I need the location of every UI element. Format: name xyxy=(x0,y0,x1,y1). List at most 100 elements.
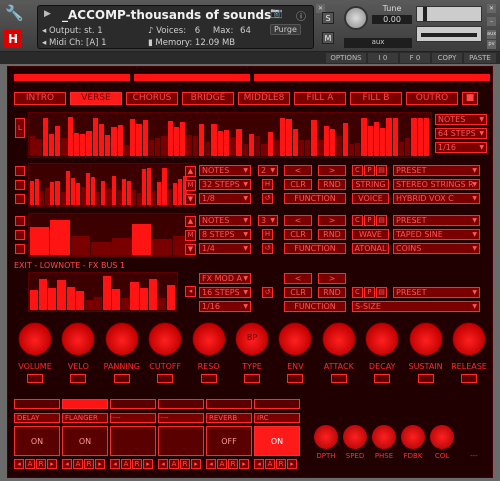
field-i[interactable]: I 0 xyxy=(368,53,398,63)
step-bar[interactable] xyxy=(198,124,204,156)
fx-slot-nav[interactable]: ▸ xyxy=(95,459,105,469)
lane2-p-button[interactable]: P xyxy=(364,215,375,226)
step-bar[interactable] xyxy=(405,138,411,156)
lane3-steps[interactable]: 16 STEPS xyxy=(199,287,251,298)
lane-top-l[interactable]: L xyxy=(15,118,25,138)
knob-mod-box[interactable] xyxy=(330,374,347,383)
step-bar[interactable] xyxy=(75,291,84,310)
fx-slot-name[interactable]: FLANGER xyxy=(62,413,108,423)
knob-mod-box[interactable] xyxy=(287,374,304,383)
fx-slot-toggle[interactable]: ON xyxy=(14,426,60,456)
step-bar[interactable] xyxy=(131,190,136,205)
step-bar[interactable] xyxy=(121,298,130,310)
lane3-function-button[interactable]: FUNCTION xyxy=(284,301,346,312)
lane2-c-button[interactable]: C xyxy=(352,215,363,226)
knob-reso[interactable] xyxy=(191,322,226,356)
step-bar[interactable] xyxy=(48,134,54,156)
mute-button[interactable]: M xyxy=(322,32,334,44)
fx-slot-nav[interactable]: ▸ xyxy=(191,459,201,469)
step-bar[interactable] xyxy=(136,124,142,156)
step-bar[interactable] xyxy=(98,124,104,156)
fx-slot-name[interactable]: --- xyxy=(110,413,156,423)
step-bar[interactable] xyxy=(317,140,323,156)
step-bar[interactable] xyxy=(157,182,162,205)
lane1-side-1[interactable] xyxy=(15,166,25,176)
fx-slot-tab[interactable] xyxy=(14,399,60,409)
fx-knob-col[interactable] xyxy=(430,425,454,449)
step-bar[interactable] xyxy=(131,224,152,255)
lane2-up-arrow[interactable]: ▲ xyxy=(185,216,196,227)
step-bar[interactable] xyxy=(192,136,198,156)
step-bar[interactable] xyxy=(84,300,93,310)
lane1-refresh-icon[interactable]: ↺ xyxy=(262,193,273,204)
lane2-clr-button[interactable]: CLR xyxy=(284,229,312,240)
step-sequencer-lane2[interactable] xyxy=(28,213,195,257)
paste-button[interactable]: PASTE xyxy=(464,53,496,63)
fx-slot-toggle[interactable]: OFF xyxy=(206,426,252,456)
lane1-m-button[interactable]: M xyxy=(185,180,196,191)
lane1-side-2[interactable] xyxy=(15,180,25,190)
lane2-rnd-button[interactable]: RND xyxy=(318,229,346,240)
fx-slot-nav[interactable]: ◂ xyxy=(158,459,168,469)
step-bar[interactable] xyxy=(66,287,75,310)
step-bar[interactable] xyxy=(30,136,36,156)
step-bar[interactable] xyxy=(305,140,311,156)
step-bar[interactable] xyxy=(173,127,179,156)
fx-slot-nav[interactable]: R xyxy=(180,459,190,469)
step-bar[interactable] xyxy=(65,171,70,205)
step-bar[interactable] xyxy=(57,280,66,310)
step-bar[interactable] xyxy=(373,122,379,156)
step-bar[interactable] xyxy=(217,131,223,156)
knob-mod-box[interactable] xyxy=(374,374,391,383)
lane2-type-button[interactable]: WAVE xyxy=(352,229,389,240)
lane1-p-button[interactable]: P xyxy=(364,165,375,176)
fx-slot-nav[interactable]: ◂ xyxy=(206,459,216,469)
step-bar[interactable] xyxy=(417,118,423,156)
lane1-prev-button[interactable]: < xyxy=(284,165,312,176)
step-bar[interactable] xyxy=(361,118,367,156)
fx-slot-nav[interactable]: A xyxy=(169,459,179,469)
knob-mod-box[interactable] xyxy=(461,374,477,383)
purge-button[interactable]: Purge xyxy=(270,24,301,35)
knob-mod-box[interactable] xyxy=(244,374,260,383)
lane3-preset[interactable]: PRESET xyxy=(393,287,480,298)
step-bar[interactable] xyxy=(105,135,111,156)
step-bar[interactable] xyxy=(86,131,92,156)
step-bar[interactable] xyxy=(80,134,86,156)
fx-slot-tab[interactable] xyxy=(110,399,156,409)
step-bar[interactable] xyxy=(223,130,229,156)
lane2-function-button[interactable]: FUNCTION xyxy=(284,243,346,254)
lane3-prev-button[interactable]: < xyxy=(284,273,312,284)
step-bar[interactable] xyxy=(162,168,167,205)
step-bar[interactable] xyxy=(172,183,177,205)
fx-slot-tab[interactable] xyxy=(206,399,252,409)
step-bar[interactable] xyxy=(45,188,50,205)
lane1-h-button[interactable]: H xyxy=(262,179,273,190)
fx-slot-nav[interactable]: R xyxy=(228,459,238,469)
lane2-next-button[interactable]: > xyxy=(318,215,346,226)
fx-slot-name[interactable]: REVERB xyxy=(206,413,252,423)
step-bar[interactable] xyxy=(36,139,42,156)
step-bar[interactable] xyxy=(148,140,154,156)
fx-slot-nav[interactable]: A xyxy=(121,459,131,469)
step-bar[interactable] xyxy=(177,179,182,205)
step-bar[interactable] xyxy=(167,121,173,156)
fx-slot-nav[interactable]: A xyxy=(25,459,35,469)
fx-knob-fdbk[interactable] xyxy=(401,425,425,449)
knob-type[interactable]: BP xyxy=(235,322,269,356)
lane2-rate[interactable]: 1/4 xyxy=(199,243,251,254)
pan-slider[interactable]: aux xyxy=(344,38,412,48)
step-bar[interactable] xyxy=(75,183,80,205)
fx-knob-dpth[interactable] xyxy=(314,425,338,449)
knob-decay[interactable] xyxy=(365,322,400,356)
lane2-type-value[interactable]: TAPED SINE xyxy=(393,229,480,240)
step-bar[interactable] xyxy=(398,142,404,156)
tab-verse[interactable]: VERSE xyxy=(70,92,122,105)
lane1-next-button[interactable]: > xyxy=(318,165,346,176)
step-bar[interactable] xyxy=(355,143,361,156)
step-sequencer-lane3[interactable] xyxy=(28,272,178,312)
lane2-preset[interactable]: PRESET xyxy=(393,215,480,226)
lane3-rate[interactable]: 1/16 xyxy=(199,301,251,312)
fx-slot-name[interactable]: --- xyxy=(158,413,204,423)
knob-mod-box[interactable] xyxy=(200,374,217,383)
